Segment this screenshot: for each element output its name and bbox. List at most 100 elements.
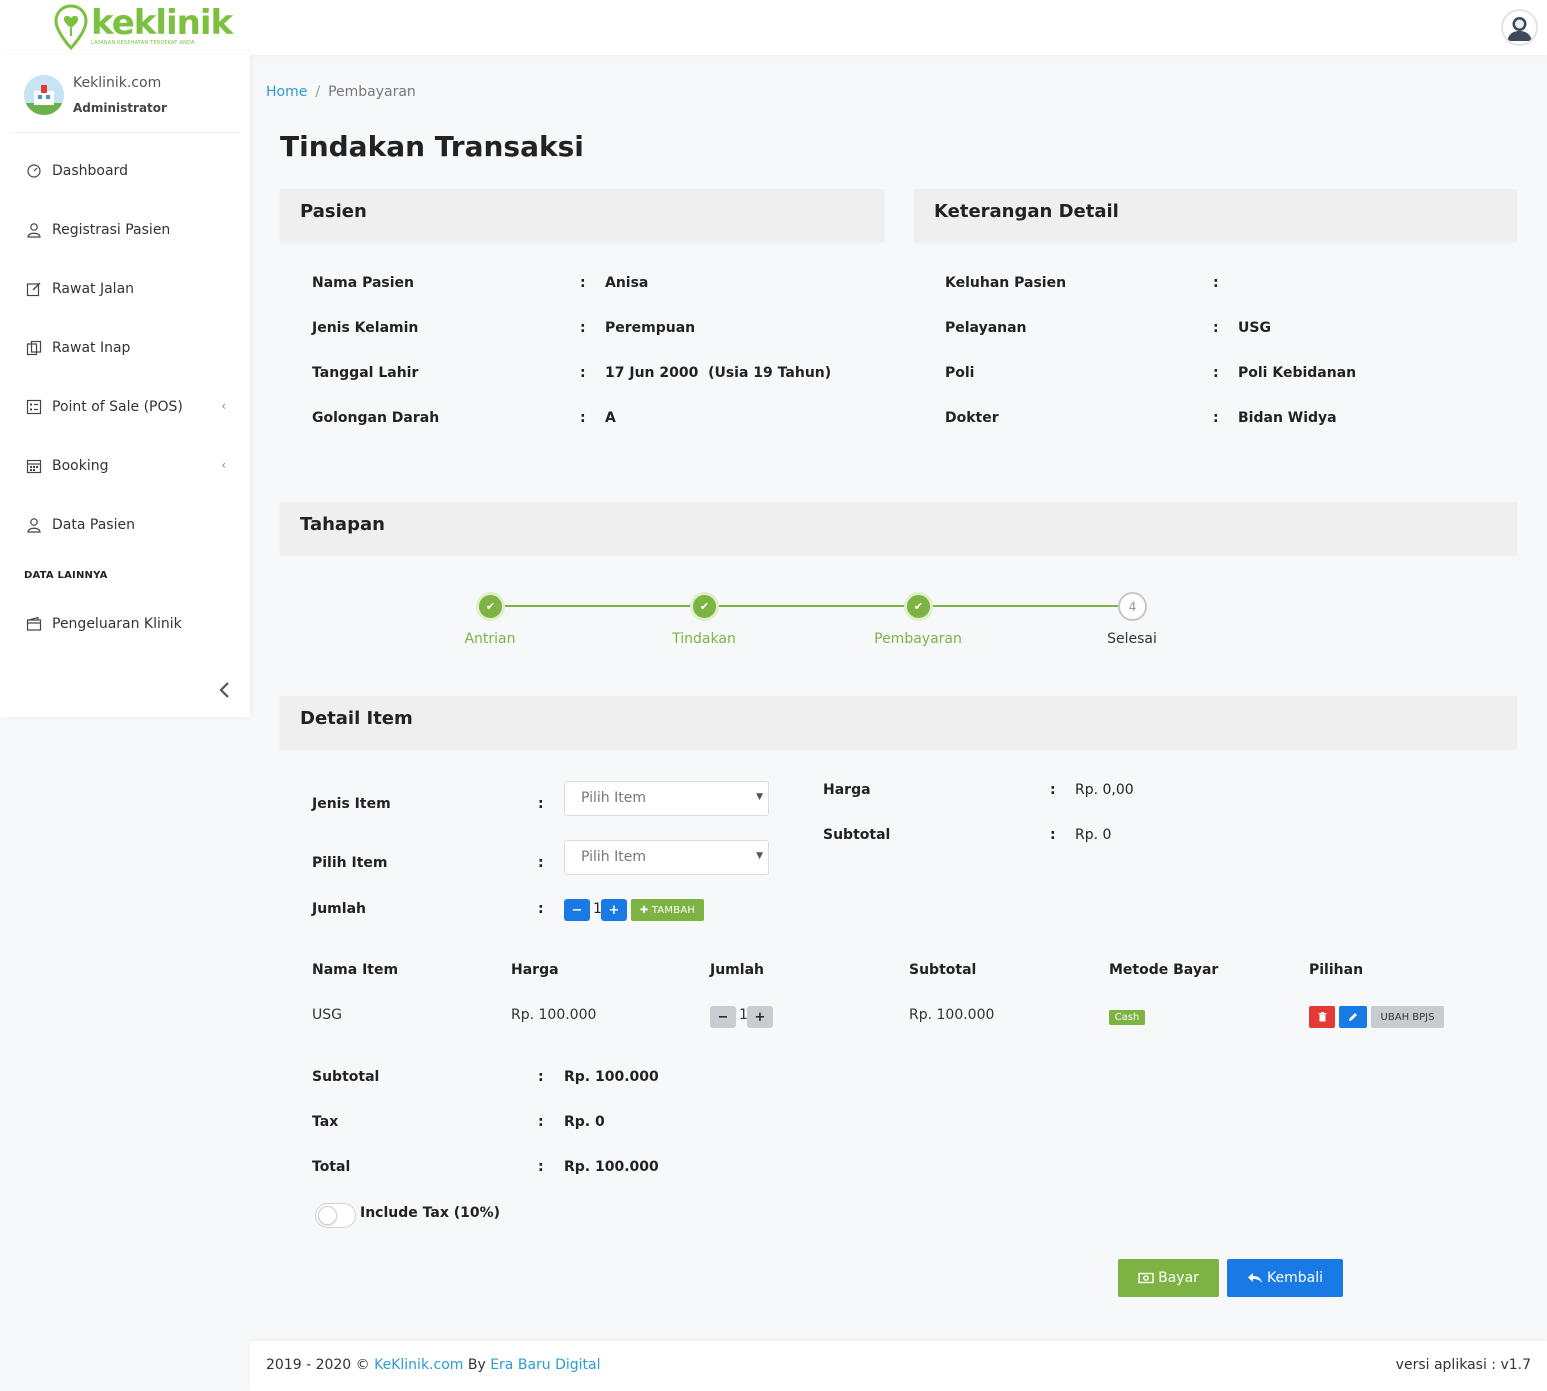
wallet-icon — [26, 616, 42, 631]
sidebar-item-label: Pengeluaran Klinik — [52, 616, 182, 632]
user-icon — [27, 518, 41, 533]
include-tax-label: Include Tax (10%) — [360, 1205, 501, 1221]
tanggal-lahir-value: 17 Jun 2000 (Usia 19 Tahun) — [605, 365, 832, 381]
jenis-item-select[interactable]: Pilih Item ▼ — [564, 781, 769, 816]
sidebar-collapse-icon[interactable] — [216, 680, 234, 700]
colon: : — [1213, 365, 1219, 381]
trash-icon — [1318, 1012, 1326, 1022]
pilih-item-select[interactable]: Pilih Item ▼ — [564, 840, 769, 875]
select-placeholder: Pilih Item — [581, 790, 646, 806]
sidebar-item-rawat-inap[interactable]: Rawat Inap — [26, 336, 226, 360]
sidebar-item-rawat-jalan[interactable]: Rawat Jalan — [26, 277, 226, 301]
clinic-avatar-icon — [24, 75, 64, 115]
step-number: 4 — [1118, 592, 1147, 621]
footer-company-link[interactable]: Era Baru Digital — [490, 1357, 600, 1373]
bayar-button[interactable]: Bayar — [1118, 1259, 1219, 1297]
panel-title: Detail Item — [300, 708, 413, 729]
colon: : — [1050, 782, 1056, 798]
detail-item-panel-header: Detail Item — [280, 696, 1517, 749]
colon: : — [580, 320, 586, 336]
golongan-darah-value: A — [605, 410, 616, 426]
sidebar-item-booking[interactable]: Booking ‹ — [26, 454, 226, 478]
sidebar-item-label: Data Pasien — [52, 517, 135, 533]
delete-item-button[interactable] — [1309, 1006, 1335, 1028]
pilih-item-label: Pilih Item — [312, 855, 388, 871]
kembali-button[interactable]: Kembali — [1227, 1259, 1343, 1297]
caret-down-icon: ▼ — [756, 851, 763, 861]
sidebar-item-data-pasien[interactable]: Data Pasien — [26, 513, 226, 537]
ubah-bpjs-button[interactable]: UBAH BPJS — [1371, 1006, 1444, 1028]
colon: : — [1050, 827, 1056, 843]
poli-value: Poli Kebidanan — [1238, 365, 1357, 381]
keluhan-pasien-label: Keluhan Pasien — [945, 275, 1067, 291]
footer-by: By — [467, 1357, 486, 1373]
colon: : — [580, 275, 586, 291]
sidebar-item-label: Rawat Inap — [52, 340, 131, 356]
table-cell-harga: Rp. 100.000 — [511, 1007, 597, 1023]
colon: : — [580, 410, 586, 426]
quantity-decrease-button[interactable]: − — [564, 899, 590, 921]
toggle-knob — [318, 1206, 337, 1225]
golongan-darah-label: Golongan Darah — [312, 410, 440, 426]
harga-value: Rp. 0,00 — [1075, 782, 1134, 798]
summary-subtotal-label: Subtotal — [312, 1069, 380, 1085]
colon: : — [538, 901, 544, 917]
page-title: Tindakan Transaksi — [280, 130, 584, 163]
row-quantity-decrease-button[interactable]: − — [710, 1006, 736, 1028]
table-cell-subtotal: Rp. 100.000 — [909, 1007, 995, 1023]
nama-pasien-label: Nama Pasien — [312, 275, 414, 291]
jenis-item-label: Jenis Item — [312, 796, 391, 812]
brand-logo[interactable]: keklinik LAYANAN KESEHATAN TERDEKAT ANDA — [54, 3, 233, 51]
breadcrumb-separator: / — [315, 84, 321, 100]
step-label-tindakan: Tindakan — [672, 631, 736, 647]
colon: : — [1213, 410, 1219, 426]
step-label-pembayaran: Pembayaran — [874, 631, 962, 647]
pelayanan-label: Pelayanan — [945, 320, 1027, 336]
summary-total-value: Rp. 100.000 — [564, 1159, 659, 1175]
step-check-icon: ✔ — [476, 592, 505, 621]
table-header-nama-item: Nama Item — [312, 962, 399, 978]
dashboard-icon — [27, 164, 41, 178]
tambah-button[interactable]: ✚ TAMBAH — [631, 899, 704, 921]
sidebar-item-label: Rawat Jalan — [52, 281, 135, 297]
pencil-icon — [1349, 1013, 1357, 1021]
table-header-subtotal: Subtotal — [909, 962, 977, 978]
keterangan-panel-header: Keterangan Detail — [914, 189, 1517, 242]
edit-item-button[interactable] — [1339, 1006, 1367, 1028]
step-check-icon: ✔ — [690, 592, 719, 621]
profile-avatar-icon[interactable] — [1501, 9, 1538, 46]
sidebar-item-registrasi-pasien[interactable]: Registrasi Pasien — [26, 218, 226, 242]
pasien-panel-header: Pasien — [280, 189, 884, 242]
sidebar-item-dashboard[interactable]: Dashboard — [26, 159, 226, 183]
poli-label: Poli — [945, 365, 975, 381]
edit-icon — [26, 282, 41, 297]
breadcrumb-home-link[interactable]: Home — [266, 84, 307, 100]
quantity-increase-button[interactable]: + — [601, 899, 627, 921]
row-quantity-increase-button[interactable]: + — [747, 1006, 773, 1028]
breadcrumb-current: Pembayaran — [328, 84, 416, 100]
table-header-pilihan: Pilihan — [1309, 962, 1364, 978]
footer-years: 2019 - 2020 © — [266, 1357, 370, 1373]
table-header-metode-bayar: Metode Bayar — [1109, 962, 1219, 978]
chevron-left-icon: ‹ — [221, 399, 226, 413]
colon: : — [538, 796, 544, 812]
dokter-label: Dokter — [945, 410, 999, 426]
sidebar-item-pengeluaran-klinik[interactable]: Pengeluaran Klinik — [26, 612, 226, 636]
colon: : — [538, 1159, 544, 1175]
footer: 2019 - 2020 © KeKlinik.com By Era Baru D… — [250, 1341, 1547, 1391]
footer-site-link[interactable]: KeKlinik.com — [374, 1357, 463, 1373]
footer-copyright: 2019 - 2020 © KeKlinik.com By Era Baru D… — [266, 1357, 601, 1373]
brand-name: keklinik — [91, 3, 233, 43]
nama-pasien-value: Anisa — [605, 275, 649, 291]
panel-title: Keterangan Detail — [934, 201, 1119, 222]
include-tax-toggle[interactable] — [315, 1203, 356, 1228]
stepper-line — [490, 605, 1132, 607]
summary-total-label: Total — [312, 1159, 351, 1175]
harga-label: Harga — [823, 782, 871, 798]
summary-tax-value: Rp. 0 — [564, 1114, 605, 1130]
sidebar-item-label: Point of Sale (POS) — [52, 399, 183, 415]
colon: : — [1213, 275, 1219, 291]
step-label-antrian: Antrian — [464, 631, 516, 647]
sidebar-item-point-of-sale[interactable]: Point of Sale (POS) ‹ — [26, 395, 226, 419]
subtotal-label: Subtotal — [823, 827, 891, 843]
